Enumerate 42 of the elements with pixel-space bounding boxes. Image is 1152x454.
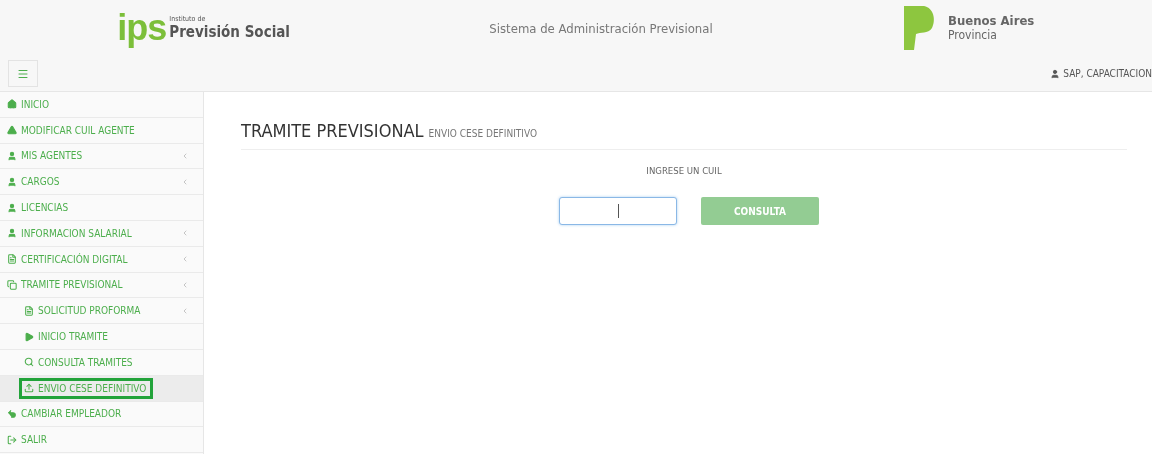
sidebar-item[interactable]: CAMBIAR EMPLEADOR — [2, 403, 129, 425]
sidebar-item[interactable]: TRAMITE PREVISIONAL — [2, 274, 130, 296]
search-icon — [24, 357, 34, 368]
sidebar-item[interactable]: CARGOS — [2, 171, 67, 193]
play-icon — [24, 331, 34, 342]
user-icon — [7, 176, 17, 187]
sidebar-item[interactable]: SALIR — [2, 429, 54, 451]
sidebar-item[interactable]: ENVIO CESE DEFINITIVO — [19, 377, 154, 399]
text-cursor — [618, 204, 619, 218]
sidebar-item[interactable]: CERTIFICACIÓN DIGITAL — [2, 248, 135, 270]
document-icon — [7, 254, 17, 265]
sidebar-item[interactable]: SOLICITUD PROFORMA — [19, 300, 148, 322]
warning-icon — [7, 125, 17, 136]
user-icon — [7, 151, 17, 161]
province-subtitle: Provincia — [948, 28, 998, 42]
reply-icon — [7, 408, 17, 419]
page-subtitle: ENVIO CESE DEFINITIVO — [428, 128, 537, 139]
logo-mark: ips — [117, 10, 167, 46]
cuil-input-field[interactable] — [559, 197, 677, 225]
logout-icon — [7, 434, 17, 445]
sidebar-item[interactable]: INICIO — [2, 93, 57, 115]
sidebar-item[interactable]: INICIO TRAMITE — [19, 326, 115, 348]
field-label: INGRESE UN CUIL — [646, 165, 722, 176]
sidebar-item[interactable]: INFORMACION SALARIAL — [2, 222, 139, 244]
sidebar-item[interactable]: CONSULTA TRAMITES — [19, 351, 140, 373]
home-icon — [7, 99, 17, 110]
system-title: Sistema de Administración Previsional — [488, 20, 714, 36]
page-title: TRAMITE PREVISIONAL — [241, 120, 424, 141]
menu-button[interactable] — [8, 60, 38, 87]
user-name[interactable]: SAP, CAPACITACION — [1050, 68, 1152, 79]
sidebar-item[interactable]: LICENCIAS — [2, 197, 76, 219]
upload-icon — [24, 383, 34, 394]
sidebar-item[interactable]: MIS AGENTES — [2, 145, 90, 167]
document-icon — [24, 305, 34, 316]
province-name: Buenos Aires — [948, 14, 1035, 29]
user-icon — [1050, 68, 1061, 79]
sidebar-item[interactable]: MODIFICAR CUIL AGENTE — [2, 119, 142, 141]
user-icon — [7, 228, 17, 239]
logo-title: Previsión Social — [169, 23, 290, 41]
user-icon — [7, 202, 17, 213]
menu-icon — [17, 67, 29, 80]
copy-icon — [7, 279, 17, 290]
